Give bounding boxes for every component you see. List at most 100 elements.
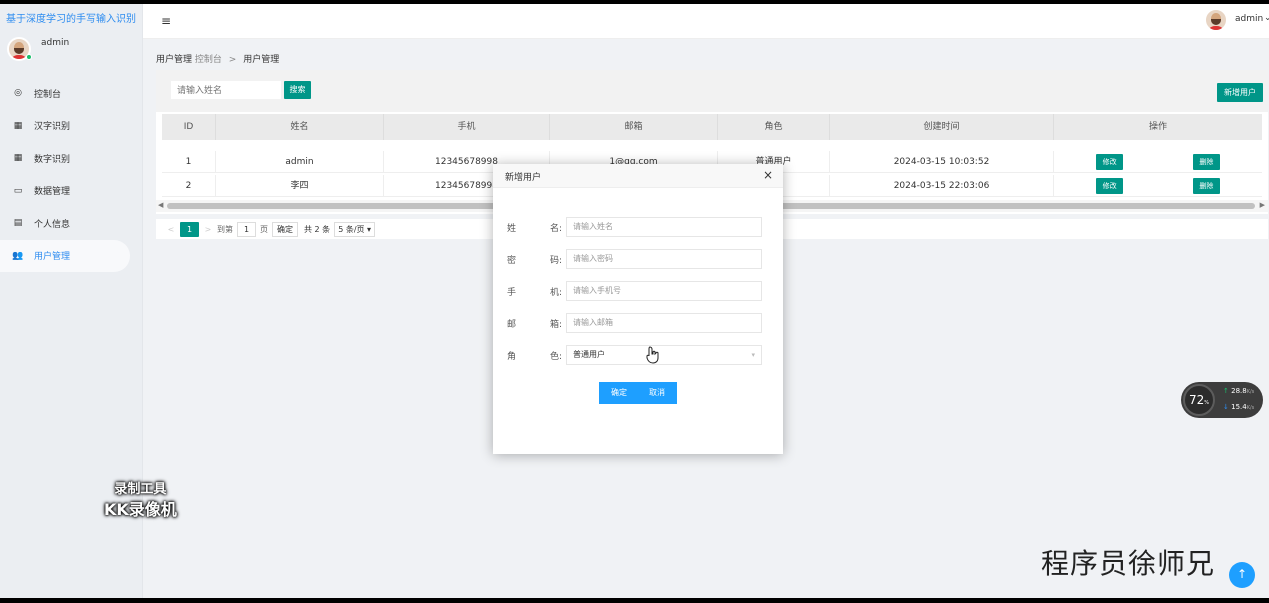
toolbar: 搜索 新增用户: [156, 70, 1268, 112]
sidebar-item-label: 控制台: [34, 89, 62, 100]
cell-created: 2024-03-15 10:03:52: [830, 151, 1054, 173]
page-size-value: 5 条/页: [338, 224, 365, 234]
breadcrumb-separator: >: [228, 55, 237, 65]
watermark-line2: KK录像机: [104, 500, 177, 519]
form-row-email: 邮箱: 请输入邮箱: [507, 313, 767, 333]
network-speed-widget: 72% ↑ 28.8K/s ↓ 15.4K/s: [1181, 382, 1263, 418]
cell-id: 2: [162, 175, 216, 197]
scroll-left-icon[interactable]: ◀: [158, 201, 163, 209]
total-count: 共 2 条: [304, 224, 331, 234]
close-icon[interactable]: ×: [763, 168, 773, 182]
cell-created: 2024-03-15 22:03:06: [830, 175, 1054, 197]
role-select-value: 普通用户: [573, 350, 605, 359]
goto-label: 到第: [217, 224, 233, 234]
form-row-role: 角色: 普通用户 ▾: [507, 345, 767, 365]
col-phone: 手机: [384, 114, 550, 140]
field-label: 密码:: [507, 256, 562, 266]
app-title: 基于深度学习的手写输入识别: [6, 14, 136, 25]
page-button-current[interactable]: 1: [180, 221, 199, 237]
header-username[interactable]: admin: [1235, 14, 1263, 24]
sidebar-username: admin: [41, 38, 70, 48]
confirm-button[interactable]: 确定: [599, 382, 639, 404]
form-row-password: 密码: 请输入密码: [507, 249, 767, 269]
menu-toggle-icon[interactable]: ≡: [161, 14, 171, 28]
table-icon: ▤: [13, 218, 23, 228]
sidebar-item-user-management[interactable]: 👥 用户管理: [0, 239, 130, 272]
next-page-button[interactable]: >: [199, 225, 217, 234]
page-jump-confirm-button[interactable]: 确定: [272, 221, 298, 237]
sidebar-item-digit-recognition[interactable]: ▦ 数字识别: [0, 142, 130, 174]
hand-cursor-icon: [646, 346, 659, 364]
grid-icon: ▦: [13, 120, 23, 131]
watermark-line1: 录制工具: [114, 482, 167, 497]
chevron-down-icon[interactable]: ⌄: [1264, 13, 1269, 23]
back-to-top-button[interactable]: ↑: [1229, 562, 1255, 588]
breadcrumb-first: 用户管理: [156, 55, 193, 65]
dialog-title: 新增用户: [505, 173, 542, 183]
grid-icon: ▦: [13, 153, 23, 163]
cpu-usage-ring: 72%: [1183, 384, 1215, 416]
page-unit-label: 页: [260, 224, 268, 234]
field-label: 角色:: [507, 352, 562, 362]
role-select[interactable]: 普通用户 ▾: [566, 345, 762, 365]
search-button[interactable]: 搜索: [284, 81, 311, 99]
breadcrumb-current: 用户管理: [243, 55, 280, 65]
field-label: 邮箱:: [507, 320, 562, 330]
email-field[interactable]: 请输入邮箱: [566, 313, 762, 333]
dashboard-icon: ◎: [14, 88, 22, 98]
form-row-name: 姓名: 请输入姓名: [507, 217, 767, 237]
sidebar-item-dashboard[interactable]: ◎ 控制台: [0, 77, 130, 109]
add-user-button[interactable]: 新增用户: [1217, 83, 1263, 102]
chevron-down-icon: ▾: [751, 351, 755, 359]
search-input[interactable]: [171, 81, 281, 99]
sidebar-item-label: 数据管理: [34, 187, 71, 197]
breadcrumb: 用户管理 控制台 > 用户管理: [156, 52, 279, 65]
sidebar-item-label: 数字识别: [34, 154, 71, 165]
cancel-button[interactable]: 取消: [637, 382, 677, 404]
col-name: 姓名: [216, 114, 384, 140]
download-speed: ↓ 15.4K/s: [1223, 403, 1255, 411]
scroll-right-icon[interactable]: ▶: [1260, 201, 1265, 209]
delete-button[interactable]: 删除: [1192, 153, 1220, 170]
name-field[interactable]: 请输入姓名: [566, 217, 762, 237]
sidebar-item-label: 用户管理: [34, 252, 71, 262]
header-avatar[interactable]: [1204, 8, 1228, 32]
add-user-dialog: 新增用户 × 姓名: 请输入姓名 密码: 请输入密码 手机: 请输入手机号 邮箱…: [493, 164, 783, 454]
breadcrumb-dashboard-link[interactable]: 控制台: [195, 55, 222, 65]
field-label: 手机:: [507, 288, 562, 298]
phone-field[interactable]: 请输入手机号: [566, 281, 762, 301]
form-row-phone: 手机: 请输入手机号: [507, 281, 767, 301]
users-icon: 👥: [12, 250, 24, 261]
table-header: ID 姓名 手机 邮箱 角色 创建时间 操作: [162, 114, 1262, 140]
sidebar-user[interactable]: admin: [7, 36, 69, 62]
cell-actions: 修改 删除: [1054, 151, 1262, 173]
dialog-header: 新增用户 ×: [493, 164, 783, 188]
delete-button[interactable]: 删除: [1192, 177, 1220, 194]
sidebar-item-profile[interactable]: ▤ 个人信息: [0, 207, 130, 239]
recorder-watermark: 录制工具 KK录像机: [104, 480, 177, 520]
cell-name: 李四: [216, 175, 384, 197]
cell-id: 1: [162, 151, 216, 173]
edit-button[interactable]: 修改: [1096, 177, 1124, 194]
field-label: 姓名:: [507, 224, 562, 234]
col-email: 邮箱: [550, 114, 718, 140]
sidebar-item-label: 个人信息: [34, 219, 71, 230]
page-jump-input[interactable]: 1: [237, 221, 256, 237]
sidebar-item-label: 汉字识别: [34, 122, 71, 132]
col-actions: 操作: [1148, 122, 1167, 132]
prev-page-button[interactable]: <: [162, 225, 180, 234]
edit-button[interactable]: 修改: [1096, 153, 1124, 170]
sidebar: 基于深度学习的手写输入识别 admin ◎ 控制台 ▦ 汉字识别 ▦ 数字识别 …: [0, 4, 177, 598]
cell-name: admin: [216, 151, 384, 173]
col-role: 角色: [718, 114, 830, 140]
password-field[interactable]: 请输入密码: [566, 249, 762, 269]
upload-speed: ↑ 28.8K/s: [1223, 387, 1255, 395]
author-signature: 程序员徐师兄: [1041, 547, 1216, 580]
col-created: 创建时间: [830, 114, 1054, 140]
sidebar-item-hanzi-recognition[interactable]: ▦ 汉字识别: [0, 110, 130, 142]
page-size-select[interactable]: 5 条/页 ▾: [334, 221, 376, 237]
cell-actions: 修改 删除: [1054, 175, 1262, 197]
sidebar-menu: ◎ 控制台 ▦ 汉字识别 ▦ 数字识别 ▭ 数据管理 ▤ 个人信息 👥 用户管理: [0, 77, 130, 272]
sidebar-item-data-management[interactable]: ▭ 数据管理: [0, 175, 130, 207]
top-bar: ≡ admin ⌄: [143, 4, 1269, 39]
